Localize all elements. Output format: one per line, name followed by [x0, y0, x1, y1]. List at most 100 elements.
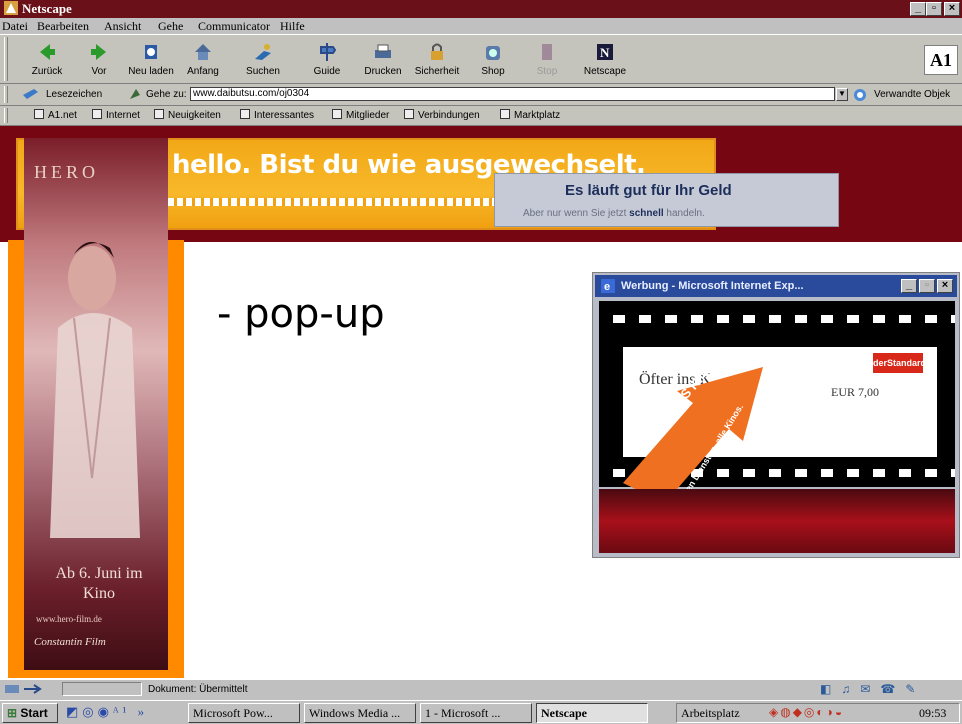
- bookmark-internet[interactable]: Internet: [106, 110, 140, 121]
- location-toolbar: Lesezeichen Gehe zu: www.daibutsu.com/oj…: [0, 84, 962, 106]
- forward-arrow-icon: [88, 41, 110, 63]
- forward-button[interactable]: Vor: [72, 41, 126, 83]
- menu-bar: Datei Bearbeiten Ansicht Gehe Communicat…: [0, 18, 962, 34]
- url-dropdown-button[interactable]: ▼: [836, 88, 848, 101]
- shop-button[interactable]: Shop: [466, 41, 520, 83]
- security-button[interactable]: Sicherheit: [410, 41, 464, 83]
- location-grip[interactable]: [4, 86, 8, 103]
- bookmark-icon: [404, 109, 414, 119]
- bookmark-interessantes[interactable]: Interessantes: [254, 110, 314, 121]
- netscape-window-icon[interactable]: [4, 1, 18, 15]
- guide-button[interactable]: Guide: [300, 41, 354, 83]
- popup-title: Werbung - Microsoft Internet Exp...: [621, 280, 804, 292]
- hero-ad-title: HERO: [34, 162, 99, 182]
- bookmark-icon: [332, 109, 342, 119]
- location-icon[interactable]: [128, 87, 142, 104]
- cinema-seats-image: [599, 489, 955, 553]
- search-icon: [252, 41, 274, 63]
- guide-icon: [316, 41, 338, 63]
- slide-text: - pop-up: [217, 291, 385, 337]
- bookmark-icon: [92, 109, 102, 119]
- bookmarks-icon[interactable]: [22, 87, 40, 104]
- close-button[interactable]: ×: [944, 2, 960, 16]
- netscape-button[interactable]: N Netscape: [578, 41, 632, 83]
- popup-window[interactable]: e Werbung - Microsoft Internet Exp... _ …: [592, 272, 960, 558]
- popup-close-button[interactable]: ×: [937, 279, 953, 293]
- menu-ansicht[interactable]: Ansicht: [104, 19, 141, 34]
- hero-figure-image: [50, 241, 140, 538]
- menu-hilfe[interactable]: Hilfe: [280, 19, 305, 34]
- task-windows-media[interactable]: Windows Media ...: [304, 703, 416, 723]
- bookmark-mitglieder[interactable]: Mitglieder: [346, 110, 389, 121]
- back-button[interactable]: Zurück: [20, 41, 74, 83]
- windows-logo-icon: ⊞: [7, 706, 18, 720]
- a1-logo[interactable]: A1: [924, 45, 958, 75]
- hero-release-date: Ab 6. Juni im Kino: [55, 565, 143, 602]
- task-microsoft-word[interactable]: 1 - Microsoft ...: [420, 703, 532, 723]
- ticket-logo: derStandard: [873, 353, 926, 373]
- task-netscape[interactable]: Netscape: [536, 703, 648, 723]
- geld-ad-subtitle: Aber nur wenn Sie jetzt schnell handeln.: [523, 208, 705, 219]
- film-perforation-top: [599, 315, 955, 323]
- menu-datei[interactable]: Datei: [2, 19, 28, 34]
- home-icon: [192, 41, 214, 63]
- maximize-button[interactable]: ▫: [926, 2, 942, 16]
- connection-icon: [4, 683, 44, 698]
- bookmark-a1net[interactable]: A1.net: [48, 110, 77, 121]
- bookmark-neuigkeiten[interactable]: Neuigkeiten: [168, 110, 221, 121]
- bookmark-icon: [500, 109, 510, 119]
- hero-signature: Constantin Film: [34, 636, 106, 648]
- lock-icon: [426, 41, 448, 63]
- stop-icon: [536, 41, 558, 63]
- menu-gehe[interactable]: Gehe: [158, 19, 183, 34]
- navigation-toolbar: Zurück Vor Neu laden Anfang Suchen Guide…: [0, 34, 962, 84]
- start-button[interactable]: ⊞ Start: [2, 703, 58, 723]
- related-icon[interactable]: [852, 87, 868, 105]
- personal-grip[interactable]: [4, 108, 8, 123]
- related-objects-button[interactable]: Verwandte Objek: [874, 89, 950, 100]
- home-button[interactable]: Anfang: [176, 41, 230, 83]
- banner-dotted-line: [168, 198, 498, 206]
- title-bar: Netscape _ ▫ ×: [0, 0, 962, 18]
- progress-field: [62, 682, 142, 696]
- task-microsoft-powerpoint[interactable]: Microsoft Pow...: [188, 703, 300, 723]
- popup-minimize-button[interactable]: _: [901, 279, 917, 293]
- window-title: Netscape: [22, 1, 72, 16]
- print-button[interactable]: Drucken: [356, 41, 410, 83]
- bookmarks-button[interactable]: Lesezeichen: [46, 89, 102, 100]
- reload-icon: [140, 41, 162, 63]
- taskbar: ⊞ Start ◩◎◉ᴬ¹ » Microsoft Pow... Windows…: [0, 700, 962, 724]
- netscape-n-icon: N: [594, 41, 616, 63]
- geld-ad[interactable]: Es läuft gut für Ihr Geld Aber nur wenn …: [494, 173, 839, 227]
- svg-text:e: e: [604, 281, 610, 293]
- status-bar: Dokument: Übermittelt ◧♫✉☎✎: [0, 679, 962, 699]
- hero-url: www.hero-film.de: [36, 614, 102, 624]
- reload-button[interactable]: Neu laden: [124, 41, 178, 83]
- tray-icons[interactable]: ◈◍◆◎◐◑◒: [769, 705, 844, 720]
- menu-communicator[interactable]: Communicator: [198, 19, 270, 34]
- url-input[interactable]: www.daibutsu.com/oj0304: [190, 87, 835, 101]
- quicklaunch-icons[interactable]: ◩◎◉ᴬ¹ »: [66, 704, 148, 720]
- minimize-button[interactable]: _: [910, 2, 926, 16]
- bookmark-marktplatz[interactable]: Marktplatz: [514, 110, 560, 121]
- print-icon: [372, 41, 394, 63]
- desktop-label[interactable]: Arbeitsplatz: [681, 706, 740, 721]
- bookmark-verbindungen[interactable]: Verbindungen: [418, 110, 480, 121]
- geld-ad-title: Es läuft gut für Ihr Geld: [565, 182, 732, 199]
- component-bar-icons[interactable]: ◧♫✉☎✎: [820, 682, 925, 696]
- stop-button[interactable]: Stop: [520, 41, 574, 83]
- search-button[interactable]: Suchen: [236, 41, 290, 83]
- status-text: Dokument: Übermittelt: [148, 684, 248, 695]
- ie-icon: e: [601, 279, 615, 296]
- personal-toolbar: A1.net Internet Neuigkeiten Interessante…: [0, 106, 962, 126]
- back-arrow-icon: [36, 41, 58, 63]
- svg-text:N: N: [600, 45, 610, 60]
- menu-bearbeiten[interactable]: Bearbeiten: [37, 19, 89, 34]
- bookmark-icon: [240, 109, 250, 119]
- hero-skyscraper-ad[interactable]: HERO Ab 6. Juni im Kino www.hero-film.de…: [24, 138, 168, 670]
- popup-maximize-button[interactable]: ▫: [919, 279, 935, 293]
- shop-icon: [482, 41, 504, 63]
- popup-title-bar[interactable]: e Werbung - Microsoft Internet Exp... _ …: [595, 275, 957, 297]
- bookmark-icon: [34, 109, 44, 119]
- toolbar-grip[interactable]: [4, 37, 8, 81]
